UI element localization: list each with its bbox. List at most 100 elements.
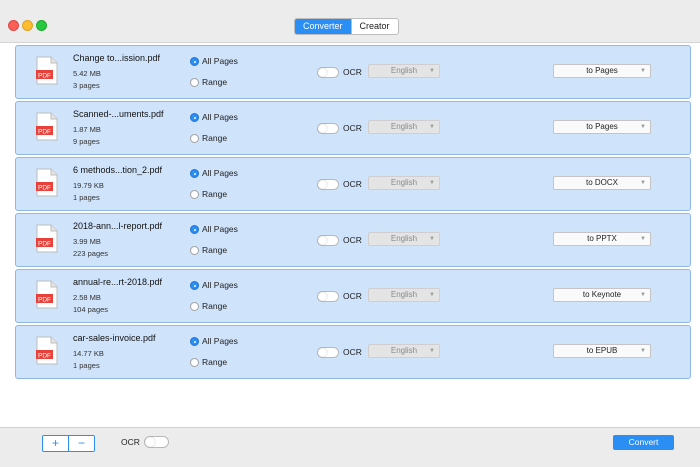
range-label[interactable]: Range: [202, 301, 227, 311]
file-page-count: 3 pages: [73, 81, 100, 90]
file-row[interactable]: PDF 6 methods...tion_2.pdf 19.79 KB 1 pa…: [15, 157, 691, 211]
toggle-knob: [145, 437, 155, 447]
zoom-window-button[interactable]: [36, 20, 47, 31]
file-size: 3.99 MB: [73, 237, 101, 246]
range-label[interactable]: Range: [202, 133, 227, 143]
ocr-language-select[interactable]: English ▼: [368, 344, 440, 358]
all-pages-radio[interactable]: [190, 225, 199, 234]
ocr-toggle[interactable]: [317, 291, 339, 302]
file-row[interactable]: PDF car-sales-invoice.pdf 14.77 KB 1 pag…: [15, 325, 691, 379]
all-pages-label[interactable]: All Pages: [202, 168, 238, 178]
add-file-button[interactable]: +: [43, 436, 68, 451]
file-page-count: 104 pages: [73, 305, 109, 314]
file-size: 2.58 MB: [73, 293, 101, 302]
ocr-language-select[interactable]: English ▼: [368, 120, 440, 134]
range-radio[interactable]: [190, 358, 199, 367]
all-pages-radio[interactable]: [190, 337, 199, 346]
pdf-file-icon: PDF: [36, 336, 58, 365]
range-radio[interactable]: [190, 302, 199, 311]
toggle-knob: [318, 124, 327, 133]
file-row[interactable]: PDF 2018-ann...l-report.pdf 3.99 MB 223 …: [15, 213, 691, 267]
file-row[interactable]: PDF Change to...ission.pdf 5.42 MB 3 pag…: [15, 45, 691, 99]
ocr-language-select[interactable]: English ▼: [368, 64, 440, 78]
ocr-language-select[interactable]: English ▼: [368, 232, 440, 246]
close-window-button[interactable]: [8, 20, 19, 31]
output-format-select[interactable]: to EPUB ▼: [553, 344, 651, 358]
app-window: Converter Creator PDF Change to...ission…: [0, 0, 700, 467]
chevron-down-icon: ▼: [640, 180, 646, 186]
tab-converter[interactable]: Converter: [295, 19, 351, 34]
all-pages-radio[interactable]: [190, 169, 199, 178]
output-format-select[interactable]: to Pages ▼: [553, 64, 651, 78]
chevron-down-icon: ▼: [640, 348, 646, 354]
convert-button[interactable]: Convert: [613, 435, 674, 450]
file-name: car-sales-invoice.pdf: [73, 333, 156, 343]
pdf-file-icon: PDF: [36, 112, 58, 141]
output-format-select[interactable]: to Pages ▼: [553, 120, 651, 134]
output-format-select[interactable]: to DOCX ▼: [553, 176, 651, 190]
file-list: PDF Change to...ission.pdf 5.42 MB 3 pag…: [15, 45, 691, 381]
ocr-toggle[interactable]: [317, 67, 339, 78]
range-label[interactable]: Range: [202, 189, 227, 199]
chevron-down-icon: ▼: [429, 180, 435, 186]
all-pages-label[interactable]: All Pages: [202, 56, 238, 66]
bottom-toolbar: + − OCR Convert: [0, 427, 700, 467]
toggle-knob: [318, 180, 327, 189]
range-radio[interactable]: [190, 78, 199, 87]
pdf-badge-text: PDF: [38, 352, 51, 359]
pdf-file-icon: PDF: [36, 56, 58, 85]
file-name: Change to...ission.pdf: [73, 53, 161, 63]
pdf-badge-text: PDF: [38, 184, 51, 191]
toggle-knob: [318, 236, 327, 245]
all-pages-label[interactable]: All Pages: [202, 112, 238, 122]
file-size: 19.79 KB: [73, 181, 104, 190]
all-pages-label[interactable]: All Pages: [202, 336, 238, 346]
file-name: 2018-ann...l-report.pdf: [73, 221, 163, 231]
all-pages-radio[interactable]: [190, 57, 199, 66]
pdf-badge-text: PDF: [38, 128, 51, 135]
file-size: 14.77 KB: [73, 349, 104, 358]
pdf-file-icon: PDF: [36, 168, 58, 197]
remove-file-button[interactable]: −: [68, 436, 94, 451]
pdf-badge-text: PDF: [38, 72, 51, 79]
ocr-language-value: English: [390, 178, 418, 187]
range-radio[interactable]: [190, 246, 199, 255]
file-name: Scanned-...uments.pdf: [73, 109, 164, 119]
ocr-toggle[interactable]: [317, 123, 339, 134]
output-format-value: to PPTX: [587, 234, 617, 243]
ocr-toggle[interactable]: [317, 347, 339, 358]
file-row[interactable]: PDF annual-re...rt-2018.pdf 2.58 MB 104 …: [15, 269, 691, 323]
chevron-down-icon: ▼: [429, 292, 435, 298]
output-format-select[interactable]: to PPTX ▼: [553, 232, 651, 246]
ocr-label: OCR: [343, 347, 362, 357]
chevron-down-icon: ▼: [429, 68, 435, 74]
all-pages-label[interactable]: All Pages: [202, 280, 238, 290]
range-radio[interactable]: [190, 134, 199, 143]
output-format-select[interactable]: to Keynote ▼: [553, 288, 651, 302]
global-ocr-toggle[interactable]: [144, 436, 169, 448]
range-radio[interactable]: [190, 190, 199, 199]
file-page-count: 9 pages: [73, 137, 100, 146]
ocr-language-select[interactable]: English ▼: [368, 288, 440, 302]
ocr-language-value: English: [390, 66, 418, 75]
mode-switcher: Converter Creator: [294, 18, 399, 35]
output-format-value: to DOCX: [585, 178, 618, 187]
tab-creator[interactable]: Creator: [350, 19, 398, 34]
chevron-down-icon: ▼: [640, 68, 646, 74]
minimize-window-button[interactable]: [22, 20, 33, 31]
ocr-language-value: English: [390, 290, 418, 299]
ocr-toggle[interactable]: [317, 179, 339, 190]
range-label[interactable]: Range: [202, 245, 227, 255]
file-name: annual-re...rt-2018.pdf: [73, 277, 163, 287]
file-row[interactable]: PDF Scanned-...uments.pdf 1.87 MB 9 page…: [15, 101, 691, 155]
ocr-toggle[interactable]: [317, 235, 339, 246]
range-label[interactable]: Range: [202, 357, 227, 367]
toggle-knob: [318, 68, 327, 77]
all-pages-radio[interactable]: [190, 113, 199, 122]
range-label[interactable]: Range: [202, 77, 227, 87]
ocr-language-select[interactable]: English ▼: [368, 176, 440, 190]
file-page-count: 223 pages: [73, 249, 109, 258]
all-pages-radio[interactable]: [190, 281, 199, 290]
pdf-file-icon: PDF: [36, 280, 58, 309]
all-pages-label[interactable]: All Pages: [202, 224, 238, 234]
